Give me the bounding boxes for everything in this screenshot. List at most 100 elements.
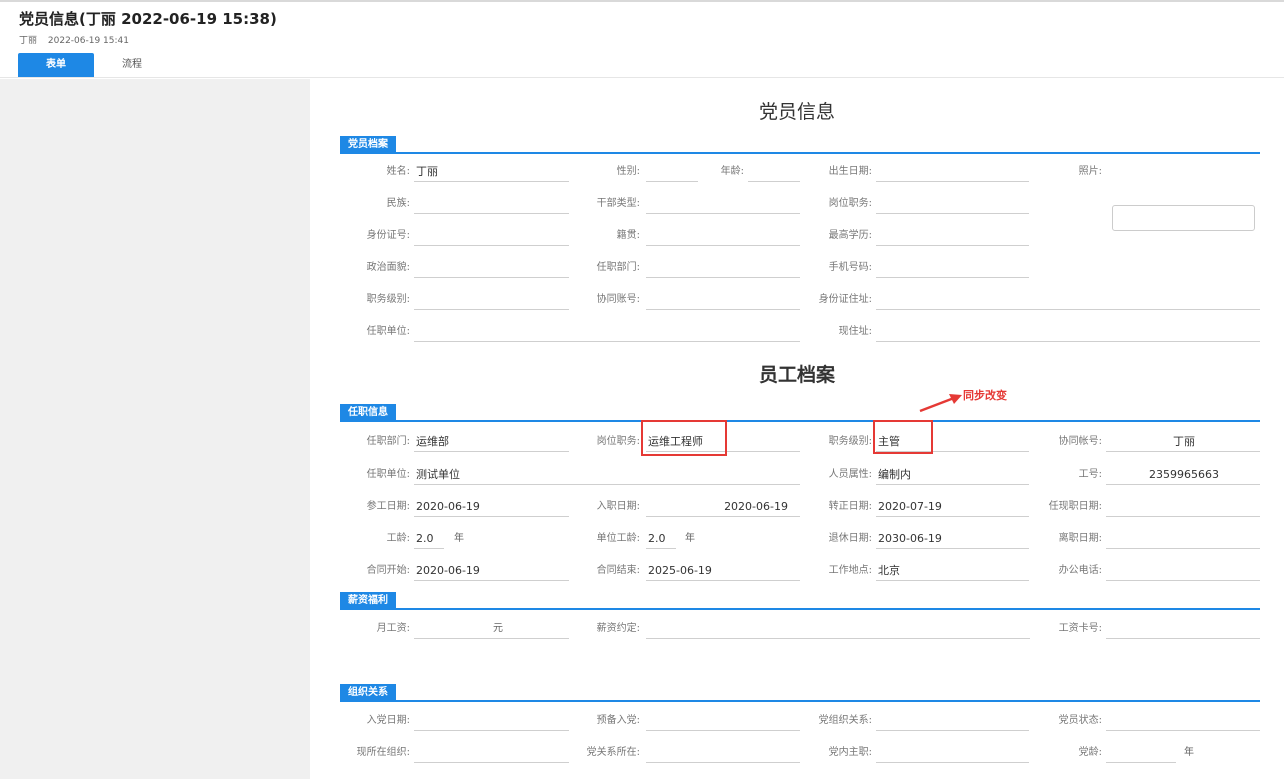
post-input[interactable]	[876, 194, 1029, 214]
party-relation-input[interactable]	[876, 711, 1029, 731]
unit-seniority-input[interactable]: 2.0	[646, 529, 676, 549]
field-label: 身份证号:	[366, 230, 410, 241]
field-label: 党组织关系:	[818, 715, 872, 726]
party-join-date-input[interactable]	[414, 711, 569, 731]
age-input[interactable]	[748, 162, 800, 182]
id-address-input[interactable]	[876, 290, 1260, 310]
party-status-input[interactable]	[1106, 711, 1260, 731]
job-department-input[interactable]: 运维部	[414, 432, 569, 452]
job-unit-input[interactable]: 测试单位	[414, 465, 800, 485]
section-label: 任职信息	[340, 404, 396, 422]
field-label: 入职日期:	[596, 501, 640, 512]
contract-start-input[interactable]: 2020-06-19	[414, 561, 569, 581]
work-place-input[interactable]: 北京	[876, 561, 1029, 581]
field-label: 党龄:	[1078, 747, 1102, 758]
cadre-type-input[interactable]	[646, 194, 800, 214]
regular-date-input[interactable]: 2020-07-19	[876, 497, 1029, 517]
job-number-input[interactable]: 2359965663	[1106, 465, 1260, 485]
position-level-input[interactable]	[414, 290, 569, 310]
field-label: 身份证住址:	[818, 294, 872, 305]
field-label: 党内主职:	[828, 747, 872, 758]
leave-date-input[interactable]	[1106, 529, 1260, 549]
field-label: 合同开始:	[366, 565, 410, 576]
department-input[interactable]	[646, 258, 800, 278]
current-post-date-input[interactable]	[1106, 497, 1260, 517]
party-location-input[interactable]	[646, 743, 800, 763]
annotation-text: 同步改变	[963, 389, 1007, 402]
native-place-input[interactable]	[646, 226, 800, 246]
field-label: 现所在组织:	[356, 747, 410, 758]
gender-input[interactable]	[646, 162, 698, 182]
document-meta: 丁丽 2022-06-19 15:41	[19, 33, 137, 46]
field-label: 人员属性:	[828, 469, 872, 480]
work-unit-input[interactable]	[414, 322, 800, 342]
person-attr-input[interactable]: 编制内	[876, 465, 1029, 485]
unit-year: 年	[685, 533, 695, 544]
field-label: 党员状态:	[1058, 715, 1102, 726]
field-label: 姓名:	[386, 166, 410, 177]
section-label: 薪资福利	[340, 592, 396, 610]
field-label: 合同结束:	[596, 565, 640, 576]
field-label: 任职部门:	[596, 262, 640, 273]
field-label: 照片:	[1078, 166, 1102, 177]
field-label: 职务级别:	[828, 436, 872, 447]
unit-yuan: 元	[493, 623, 503, 634]
retire-date-input[interactable]: 2030-06-19	[876, 529, 1029, 549]
field-label: 手机号码:	[828, 262, 872, 273]
field-label: 政治面貌:	[366, 262, 410, 273]
field-label: 任职部门:	[366, 436, 410, 447]
party-duty-input[interactable]	[876, 743, 1029, 763]
education-input[interactable]	[876, 226, 1029, 246]
field-label: 工龄:	[386, 533, 410, 544]
field-label: 办公电话:	[1058, 565, 1102, 576]
field-label: 退休日期:	[828, 533, 872, 544]
field-label: 参工日期:	[366, 501, 410, 512]
author-name: 丁丽	[19, 36, 38, 46]
employee-archive-title: 员工档案	[758, 364, 835, 386]
field-label: 籍贯:	[616, 230, 640, 241]
field-label: 转正日期:	[828, 501, 872, 512]
field-label: 工作地点:	[828, 565, 872, 576]
party-age-input[interactable]	[1106, 743, 1176, 763]
name-input[interactable]: 丁丽	[414, 162, 569, 182]
current-address-input[interactable]	[876, 322, 1260, 342]
field-label: 干部类型:	[596, 198, 640, 209]
collab-account-input[interactable]	[646, 290, 800, 310]
field-label: 任职单位:	[366, 469, 410, 480]
photo-upload[interactable]	[1112, 205, 1255, 231]
probationary-input[interactable]	[646, 711, 800, 731]
section-salary: 薪资福利	[340, 592, 1260, 610]
id-number-input[interactable]	[414, 226, 569, 246]
field-label: 预备入党:	[596, 715, 640, 726]
political-status-input[interactable]	[414, 258, 569, 278]
field-label: 协同账号:	[596, 294, 640, 305]
salary-agreement-input[interactable]	[646, 619, 1030, 639]
job-account-input[interactable]: 丁丽	[1106, 432, 1260, 452]
work-start-date-input[interactable]: 2020-06-19	[414, 497, 569, 517]
tab-flow[interactable]: 流程	[94, 53, 170, 77]
seniority-input[interactable]: 2.0	[414, 529, 444, 549]
birthdate-input[interactable]	[876, 162, 1029, 182]
field-label: 工资卡号:	[1058, 623, 1102, 634]
unit-year: 年	[1184, 747, 1194, 758]
highlight-box-post	[641, 420, 727, 456]
phone-input[interactable]	[876, 258, 1029, 278]
contract-end-input[interactable]: 2025-06-19	[646, 561, 800, 581]
field-label: 岗位职务:	[828, 198, 872, 209]
nation-input[interactable]	[414, 194, 569, 214]
section-party-record: 党员档案	[340, 136, 1260, 154]
join-date-input[interactable]: 2020-06-19	[646, 497, 800, 517]
field-label: 单位工龄:	[596, 533, 640, 544]
field-label: 任职单位:	[366, 326, 410, 337]
tab-form[interactable]: 表单	[18, 53, 94, 77]
section-label: 组织关系	[340, 684, 396, 702]
left-panel	[0, 79, 310, 779]
salary-card-input[interactable]	[1106, 619, 1260, 639]
highlight-box-level	[873, 420, 933, 454]
current-org-input[interactable]	[414, 743, 569, 763]
monthly-wage-input[interactable]	[414, 619, 569, 639]
office-phone-input[interactable]	[1106, 561, 1260, 581]
section-label: 党员档案	[340, 136, 396, 154]
field-label: 离职日期:	[1058, 533, 1102, 544]
field-label: 党关系所在:	[586, 747, 640, 758]
